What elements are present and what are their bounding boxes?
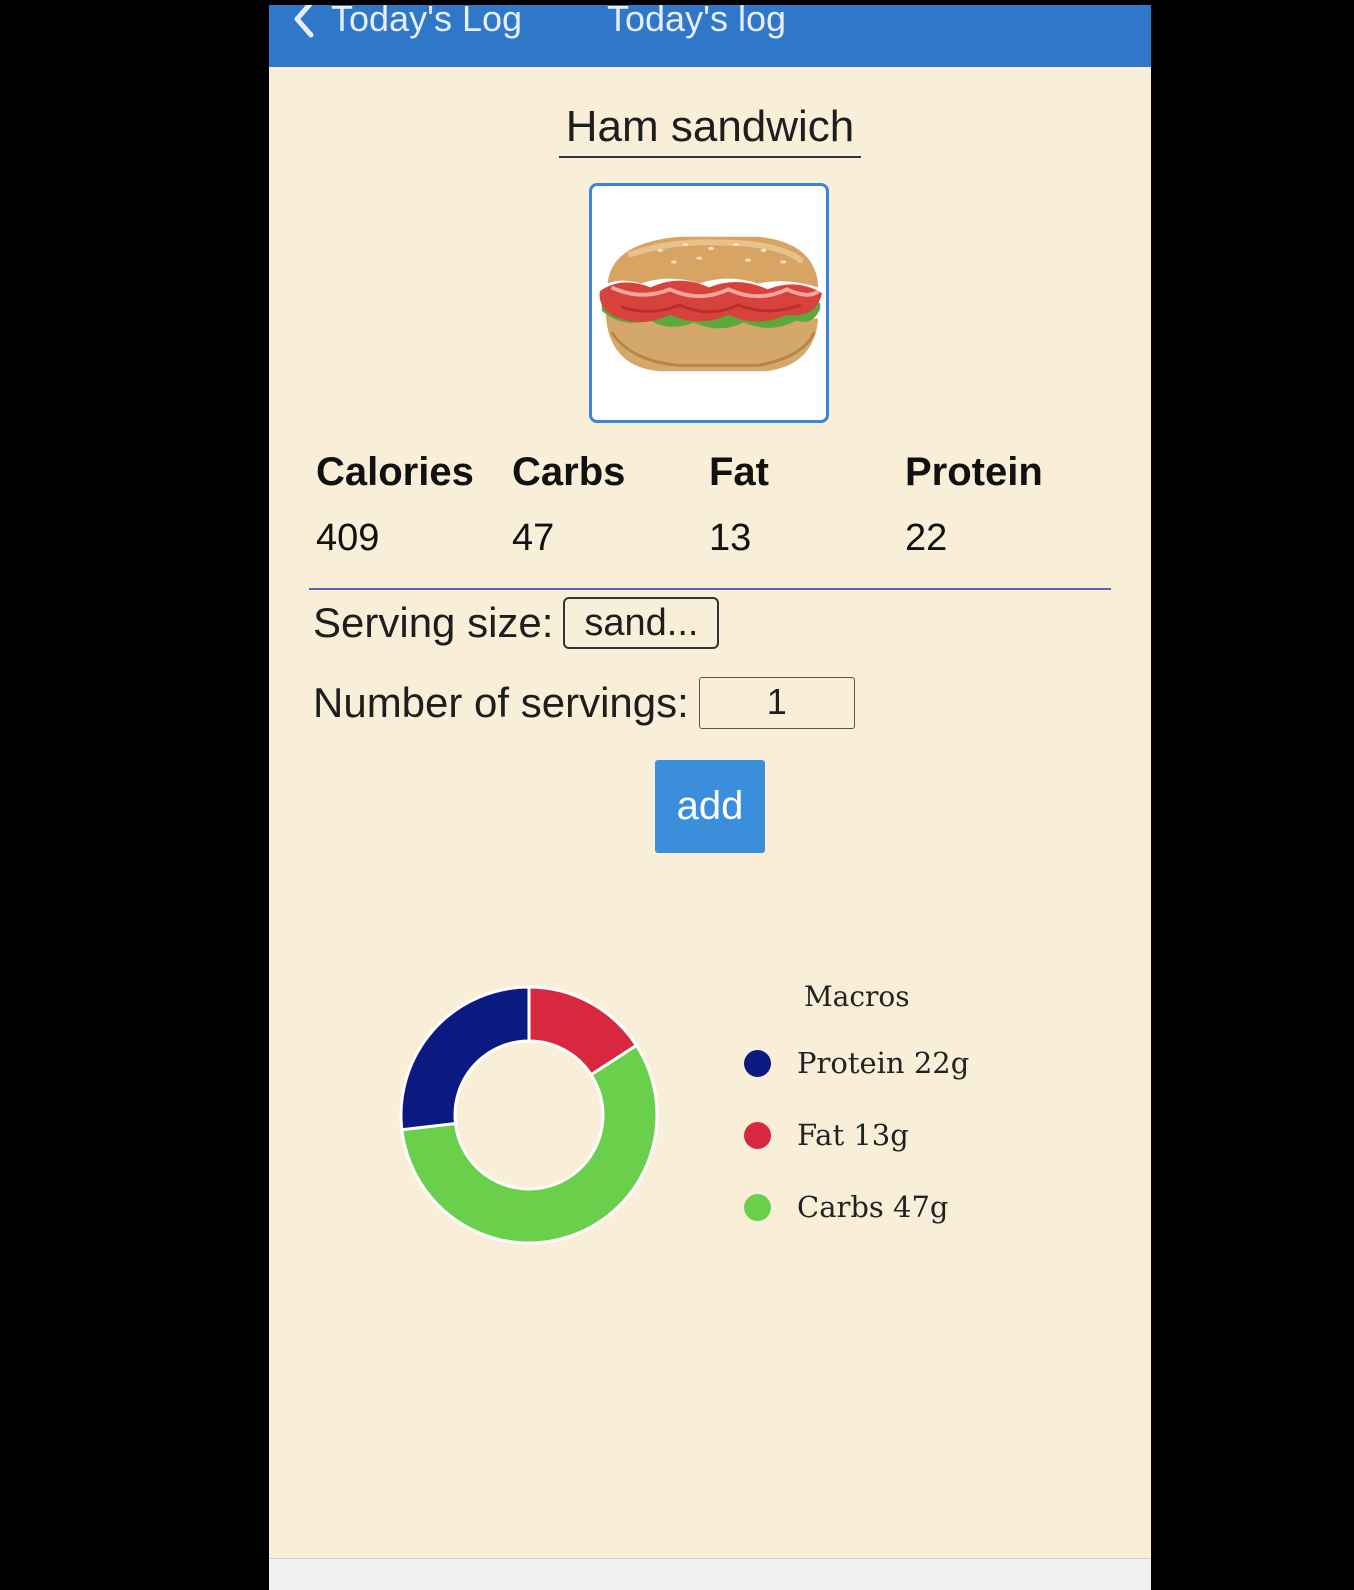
number-of-servings-input[interactable]: 1	[698, 677, 855, 729]
macro-value-calories: 409	[316, 517, 380, 559]
macros-donut-chart	[399, 985, 659, 1245]
sandwich-illustration	[599, 236, 823, 372]
macro-column-fat: Fat 13	[709, 450, 769, 560]
legend-dot-carbs	[744, 1193, 771, 1221]
legend-label-carbs: Carbs 47g	[797, 1190, 949, 1224]
serving-size-label: Serving size:	[313, 599, 554, 646]
macro-header-carbs: Carbs	[512, 450, 626, 494]
macro-header-fat: Fat	[709, 450, 769, 494]
legend-item-carbs: Carbs 47g	[744, 1190, 948, 1224]
macro-column-calories: Calories 409	[316, 450, 474, 560]
serving-size-select[interactable]: sand...	[563, 597, 720, 649]
navigation-bar: Today's Log Today's log	[269, 5, 1151, 67]
number-of-servings-row: Number of servings: 1	[313, 675, 855, 731]
macro-value-carbs: 47	[512, 517, 555, 559]
chart-legend-title: Macros	[804, 980, 910, 1013]
macro-value-fat: 13	[709, 517, 752, 559]
legend-label-protein: Protein 22g	[797, 1046, 970, 1080]
nav-title: Today's log	[607, 5, 786, 39]
macro-column-protein: Protein 22	[905, 450, 1043, 560]
number-of-servings-label: Number of servings:	[313, 679, 689, 726]
macro-header-calories: Calories	[316, 450, 474, 494]
legend-label-fat: Fat 13g	[797, 1118, 909, 1152]
macro-header-protein: Protein	[905, 450, 1043, 494]
ham-sandwich-image[interactable]	[589, 183, 829, 423]
chevron-left-icon	[294, 5, 314, 38]
bottom-tab-bar	[269, 1558, 1151, 1590]
legend-dot-protein	[744, 1049, 771, 1077]
phone-screen: Today's Log Today's log Ham sandwich Cal…	[269, 5, 1151, 1590]
food-name: Ham sandwich	[559, 102, 861, 158]
divider	[309, 588, 1111, 590]
macro-column-carbs: Carbs 47	[512, 450, 625, 560]
back-button[interactable]: Today's Log	[289, 5, 522, 41]
serving-size-row: Serving size: sand...	[313, 595, 720, 651]
back-button-label: Today's Log	[331, 5, 523, 39]
legend-dot-fat	[744, 1121, 771, 1149]
legend-item-protein: Protein 22g	[744, 1046, 969, 1080]
legend-item-fat: Fat 13g	[744, 1118, 909, 1152]
add-button[interactable]: add	[655, 760, 765, 853]
donut-slice-protein	[399, 985, 531, 1132]
macro-value-protein: 22	[905, 517, 948, 559]
